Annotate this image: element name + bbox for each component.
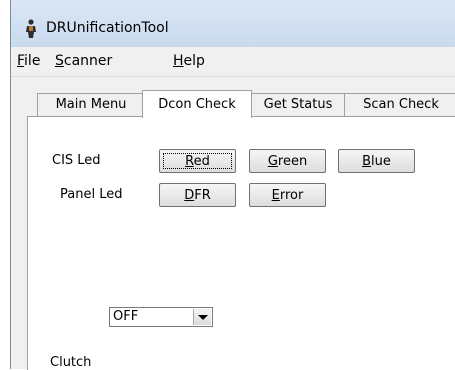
clutch-select-value: OFF bbox=[113, 309, 139, 324]
clutch-select[interactable]: OFF bbox=[109, 307, 213, 327]
menu-scanner-mnemonic: S bbox=[55, 53, 64, 69]
blue-button-label: lue bbox=[371, 154, 391, 169]
menu-scanner-label: canner bbox=[63, 53, 113, 69]
error-button[interactable]: Error bbox=[249, 183, 326, 207]
menu-help-label: elp bbox=[183, 53, 205, 69]
blue-button-mnemonic: B bbox=[362, 154, 372, 169]
tab-main-menu[interactable]: Main Menu bbox=[37, 93, 145, 116]
green-button-mnemonic: G bbox=[267, 154, 278, 169]
menu-file-label: ile bbox=[24, 53, 41, 69]
window-title: DRUnificationTool bbox=[46, 20, 169, 36]
green-button[interactable]: Green bbox=[249, 149, 326, 173]
app-window: DRUnificationTool File Scanner Help Main… bbox=[10, 0, 455, 370]
cis-led-label: CIS Led bbox=[52, 153, 101, 168]
dfr-button[interactable]: DFR bbox=[159, 183, 236, 207]
error-button-mnemonic: E bbox=[271, 188, 280, 203]
clutch-label: Clutch bbox=[50, 355, 92, 370]
blue-button[interactable]: Blue bbox=[338, 149, 415, 173]
menu-bar: File Scanner Help bbox=[11, 47, 455, 77]
panel-led-label: Panel Led bbox=[60, 187, 123, 202]
title-bar[interactable]: DRUnificationTool bbox=[11, 0, 455, 47]
green-button-label: reen bbox=[277, 154, 308, 169]
menu-file[interactable]: File bbox=[17, 53, 40, 69]
error-button-label: rror bbox=[279, 188, 304, 203]
chevron-down-icon[interactable] bbox=[193, 309, 211, 325]
menu-help[interactable]: Help bbox=[173, 53, 205, 69]
dfr-button-label: FR bbox=[194, 188, 211, 203]
menu-help-mnemonic: H bbox=[173, 53, 184, 69]
menu-scanner[interactable]: Scanner bbox=[55, 53, 112, 69]
dfr-button-mnemonic: D bbox=[184, 188, 195, 203]
tab-dcon-check[interactable]: Dcon Check bbox=[142, 90, 252, 118]
app-person-icon bbox=[22, 19, 40, 39]
focus-ring bbox=[163, 153, 232, 169]
tab-get-status[interactable]: Get Status bbox=[250, 93, 346, 116]
red-button[interactable]: Red bbox=[159, 149, 236, 173]
tab-scan-check[interactable]: Scan Check bbox=[344, 93, 455, 116]
client-area: Main Menu Dcon Check Get Status Scan Che… bbox=[11, 77, 455, 370]
menu-file-mnemonic: F bbox=[17, 53, 25, 69]
dcon-check-panel: CIS Led Red Green Blue Panel Led DFR Err… bbox=[27, 116, 455, 370]
